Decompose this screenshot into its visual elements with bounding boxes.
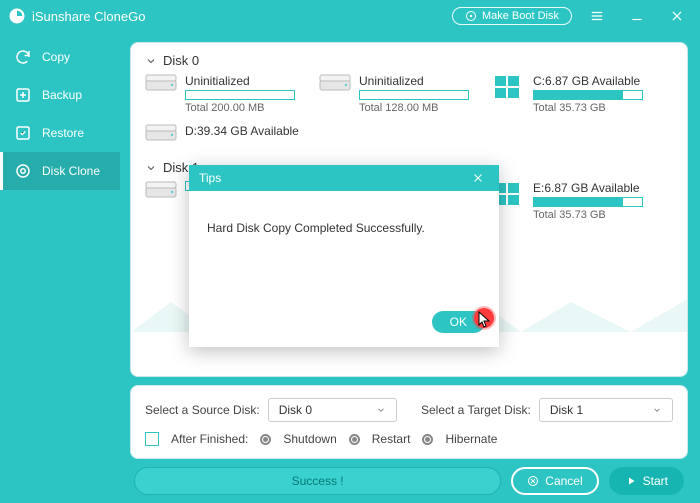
partition-name: E:6.87 GB Available bbox=[533, 181, 643, 195]
restore-icon bbox=[14, 124, 32, 142]
dialog-message: Hard Disk Copy Completed Successfully. bbox=[207, 221, 425, 235]
progress-status-bar: Success ! bbox=[134, 467, 501, 495]
partition-name: Uninitialized bbox=[359, 74, 469, 88]
make-boot-disk-button[interactable]: Make Boot Disk bbox=[452, 7, 572, 25]
hdd-icon bbox=[145, 74, 177, 94]
source-disk-value: Disk 0 bbox=[279, 403, 312, 417]
backup-icon bbox=[14, 86, 32, 104]
after-finished-label: After Finished: bbox=[171, 432, 248, 446]
chevron-down-icon bbox=[145, 55, 157, 67]
partition: E:6.87 GB Available Total 35.73 GB bbox=[493, 181, 643, 221]
usage-bar bbox=[533, 90, 643, 100]
dialog-ok-button[interactable]: OK bbox=[432, 311, 485, 333]
sidebar-item-backup[interactable]: Backup bbox=[0, 76, 120, 114]
refresh-icon bbox=[14, 48, 32, 66]
cancel-icon bbox=[527, 475, 539, 487]
partition-total: Total 35.73 GB bbox=[533, 102, 643, 114]
usage-bar bbox=[185, 90, 295, 100]
after-finished-checkbox[interactable] bbox=[145, 432, 159, 446]
chevron-down-icon bbox=[376, 405, 386, 415]
source-disk-label: Select a Source Disk: bbox=[145, 403, 260, 417]
target-disk-select[interactable]: Disk 1 bbox=[539, 398, 673, 422]
restart-label: Restart bbox=[372, 432, 411, 446]
sidebar-item-label: Restore bbox=[42, 126, 84, 140]
clone-icon bbox=[14, 162, 32, 180]
hibernate-label: Hibernate bbox=[445, 432, 497, 446]
partition-total: Total 200.00 MB bbox=[185, 102, 295, 114]
start-label: Start bbox=[643, 474, 668, 488]
hdd-icon bbox=[145, 181, 177, 201]
cancel-button[interactable]: Cancel bbox=[511, 467, 598, 495]
close-icon bbox=[670, 9, 684, 23]
disk0-header[interactable]: Disk 0 bbox=[145, 53, 673, 68]
minimize-button[interactable] bbox=[622, 4, 652, 28]
partition: D:39.34 GB Available bbox=[145, 124, 299, 144]
chevron-down-icon bbox=[145, 162, 157, 174]
dialog-close-button[interactable] bbox=[467, 167, 489, 189]
sidebar-item-label: Disk Clone bbox=[42, 164, 100, 178]
disc-icon bbox=[465, 10, 477, 22]
target-disk-label: Select a Target Disk: bbox=[421, 403, 531, 417]
close-window-button[interactable] bbox=[662, 4, 692, 28]
progress-status-label: Success ! bbox=[292, 474, 344, 488]
dialog-ok-label: OK bbox=[450, 315, 467, 329]
usage-bar bbox=[533, 197, 643, 207]
hibernate-radio[interactable] bbox=[422, 434, 433, 445]
sidebar-item-copy[interactable]: Copy bbox=[0, 38, 120, 76]
partition-total: Total 128.00 MB bbox=[359, 102, 469, 114]
app-logo: iSunshare CloneGo bbox=[8, 7, 145, 25]
partition-name: C:6.87 GB Available bbox=[533, 74, 643, 88]
usage-bar bbox=[359, 90, 469, 100]
partition: Uninitialized Total 200.00 MB bbox=[145, 74, 295, 114]
shutdown-radio[interactable] bbox=[260, 434, 271, 445]
partition-name: Uninitialized bbox=[185, 74, 295, 88]
hdd-icon bbox=[319, 74, 351, 94]
controls-panel: Select a Source Disk: Disk 0 Select a Ta… bbox=[130, 385, 688, 459]
sidebar-item-label: Backup bbox=[42, 88, 82, 102]
tips-dialog: Tips Hard Disk Copy Completed Successful… bbox=[189, 165, 499, 347]
cancel-label: Cancel bbox=[545, 474, 582, 488]
partition-total: Total 35.73 GB bbox=[533, 209, 643, 221]
chevron-down-icon bbox=[652, 405, 662, 415]
menu-button[interactable] bbox=[582, 4, 612, 28]
sidebar-item-restore[interactable]: Restore bbox=[0, 114, 120, 152]
sidebar: Copy Backup Restore Disk Clone bbox=[0, 32, 120, 503]
sidebar-item-label: Copy bbox=[42, 50, 70, 64]
partition-name: D:39.34 GB Available bbox=[185, 124, 299, 138]
make-boot-disk-label: Make Boot Disk bbox=[482, 10, 559, 22]
restart-radio[interactable] bbox=[349, 434, 360, 445]
minimize-icon bbox=[630, 9, 644, 23]
source-disk-select[interactable]: Disk 0 bbox=[268, 398, 397, 422]
partition: C:6.87 GB Available Total 35.73 GB bbox=[493, 74, 643, 114]
start-button[interactable]: Start bbox=[609, 467, 684, 495]
disk0-title: Disk 0 bbox=[163, 53, 199, 68]
system-drive-icon bbox=[493, 74, 525, 102]
play-icon bbox=[625, 475, 637, 487]
app-name: iSunshare CloneGo bbox=[32, 9, 145, 24]
app-logo-icon bbox=[8, 7, 26, 25]
shutdown-label: Shutdown bbox=[283, 432, 336, 446]
sidebar-item-disk-clone[interactable]: Disk Clone bbox=[0, 152, 120, 190]
close-icon bbox=[472, 172, 484, 184]
dialog-title: Tips bbox=[199, 171, 221, 185]
target-disk-value: Disk 1 bbox=[550, 403, 583, 417]
hdd-icon bbox=[145, 124, 177, 144]
menu-icon bbox=[589, 9, 605, 23]
partition: Uninitialized Total 128.00 MB bbox=[319, 74, 469, 114]
